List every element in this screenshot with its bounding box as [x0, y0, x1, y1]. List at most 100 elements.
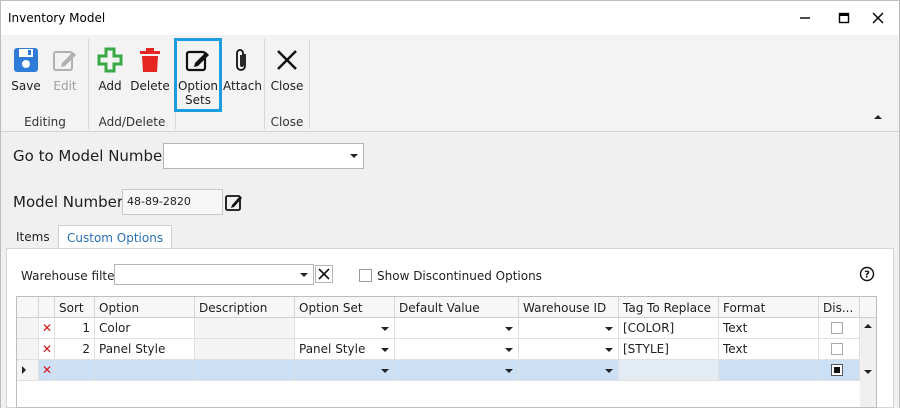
close-icon: [872, 12, 884, 24]
close-label: Close: [270, 79, 304, 93]
close-icon: [277, 50, 297, 70]
column-header-format[interactable]: Format: [719, 297, 819, 318]
content-area: Go to Model Number: Model Number: 48-89-…: [1, 132, 899, 408]
cell-option[interactable]: Panel Style: [95, 339, 195, 360]
current-row-arrow-icon: [22, 366, 26, 374]
cell-warehouse-id[interactable]: [519, 339, 619, 360]
delete-button[interactable]: Delete: [129, 43, 171, 105]
edit-button[interactable]: Edit: [47, 43, 83, 105]
chevron-down-icon: [505, 369, 513, 373]
column-header-option[interactable]: Option: [95, 297, 195, 318]
cell-option[interactable]: [95, 360, 195, 381]
row-indicator[interactable]: [17, 339, 39, 360]
maximize-button[interactable]: [833, 7, 855, 29]
minimize-icon: [800, 17, 810, 19]
discontinued-checkbox[interactable]: [831, 364, 843, 376]
model-number-label: Model Number:: [13, 193, 128, 211]
row-indicator[interactable]: [17, 318, 39, 339]
option-sets-label-line2: Sets: [185, 93, 211, 107]
cell-format[interactable]: [719, 360, 819, 381]
svg-text:?: ?: [864, 270, 870, 281]
cell-sort[interactable]: 1: [55, 318, 95, 339]
group-separator: [264, 39, 265, 129]
delete-row-button[interactable]: ✕: [39, 339, 55, 360]
cell-tag-to-replace[interactable]: [619, 360, 719, 381]
cell-sort[interactable]: [55, 360, 95, 381]
scroll-down-icon[interactable]: [864, 370, 872, 374]
chevron-down-icon: [381, 327, 389, 331]
cell-option[interactable]: Color: [95, 318, 195, 339]
chevron-down-icon: [300, 272, 308, 277]
column-header-option-set[interactable]: Option Set: [295, 297, 395, 318]
delete-x-icon: ✕: [42, 363, 53, 377]
goto-model-combo[interactable]: [163, 143, 364, 169]
cell-description[interactable]: [195, 339, 295, 360]
discontinued-checkbox[interactable]: [831, 322, 843, 334]
cell-option-set[interactable]: [295, 318, 395, 339]
inventory-model-window: Inventory Model Save Edit Editing Add De…: [0, 0, 900, 408]
chevron-down-icon: [605, 369, 613, 373]
column-header-description[interactable]: Description: [195, 297, 295, 318]
window-title: Inventory Model: [8, 11, 106, 25]
cell-option-set[interactable]: Panel Style: [295, 339, 395, 360]
vertical-scrollbar[interactable]: [860, 318, 876, 407]
cell-option-set[interactable]: [295, 360, 395, 381]
delete-row-button[interactable]: ✕: [39, 360, 55, 381]
warehouse-filter-combo[interactable]: [114, 264, 314, 285]
cell-description[interactable]: [195, 360, 295, 381]
scroll-up-icon[interactable]: [864, 324, 872, 328]
column-header-default-value[interactable]: Default Value: [395, 297, 519, 318]
cell-discontinued[interactable]: [819, 339, 860, 360]
column-header-sort[interactable]: Sort: [55, 297, 95, 318]
minimize-button[interactable]: [794, 7, 816, 29]
tab-custom-options[interactable]: Custom Options: [58, 225, 173, 249]
trash-icon: [140, 48, 160, 72]
cell-sort[interactable]: 2: [55, 339, 95, 360]
add-label: Add: [98, 79, 122, 93]
close-button[interactable]: Close: [269, 43, 305, 105]
model-number-field[interactable]: 48-89-2820: [122, 189, 223, 215]
custom-options-grid: Sort Option Description Option Set Defau…: [16, 296, 877, 408]
delete-x-icon: ✕: [42, 342, 53, 356]
cell-tag-to-replace[interactable]: [COLOR]: [619, 318, 719, 339]
clear-warehouse-filter-button[interactable]: [315, 265, 333, 283]
delete-row-button[interactable]: ✕: [39, 318, 55, 339]
cell-default-value[interactable]: [395, 360, 519, 381]
show-discontinued-label: Show Discontinued Options: [377, 269, 542, 283]
cell-tag-to-replace[interactable]: [STYLE]: [619, 339, 719, 360]
edit-model-icon[interactable]: [224, 192, 244, 212]
warehouse-filter-label: Warehouse filter:: [21, 269, 124, 283]
column-header-tag-to-replace[interactable]: Tag To Replace: [619, 297, 719, 318]
cell-warehouse-id[interactable]: [519, 360, 619, 381]
row-indicator[interactable]: [17, 360, 39, 381]
help-icon[interactable]: ?: [859, 266, 875, 282]
edit-icon: [53, 51, 76, 71]
cell-default-value[interactable]: [395, 318, 519, 339]
cell-discontinued[interactable]: [819, 318, 860, 339]
ribbon: Save Edit Editing Add Delete Add/Delete …: [1, 35, 899, 132]
cell-description[interactable]: [195, 318, 295, 339]
cell-default-value[interactable]: [395, 339, 519, 360]
maximize-icon: [838, 12, 850, 24]
save-button[interactable]: Save: [7, 43, 45, 105]
show-discontinued-checkbox[interactable]: [359, 269, 372, 282]
column-header-warehouse-id[interactable]: Warehouse ID: [519, 297, 619, 318]
collapse-ribbon-icon[interactable]: [873, 113, 883, 121]
column-header-discontinued[interactable]: Dis...: [819, 297, 860, 318]
group-separator: [309, 39, 310, 129]
cell-format[interactable]: Text: [719, 318, 819, 339]
cell-discontinued[interactable]: [819, 360, 860, 381]
cell-format[interactable]: Text: [719, 339, 819, 360]
add-button[interactable]: Add: [93, 43, 127, 105]
discontinued-checkbox[interactable]: [831, 343, 843, 355]
tab-items[interactable]: Items: [8, 225, 58, 249]
add-icon: [97, 47, 123, 73]
attach-button[interactable]: Attach: [223, 43, 262, 105]
option-sets-button[interactable]: Option Sets: [174, 38, 222, 112]
delete-x-icon: ✕: [42, 321, 53, 335]
group-label-editing: Editing: [24, 115, 66, 129]
close-window-button[interactable]: [867, 7, 889, 29]
cell-warehouse-id[interactable]: [519, 318, 619, 339]
scroll-corner: [860, 297, 876, 318]
group-label-close: Close: [270, 115, 304, 129]
